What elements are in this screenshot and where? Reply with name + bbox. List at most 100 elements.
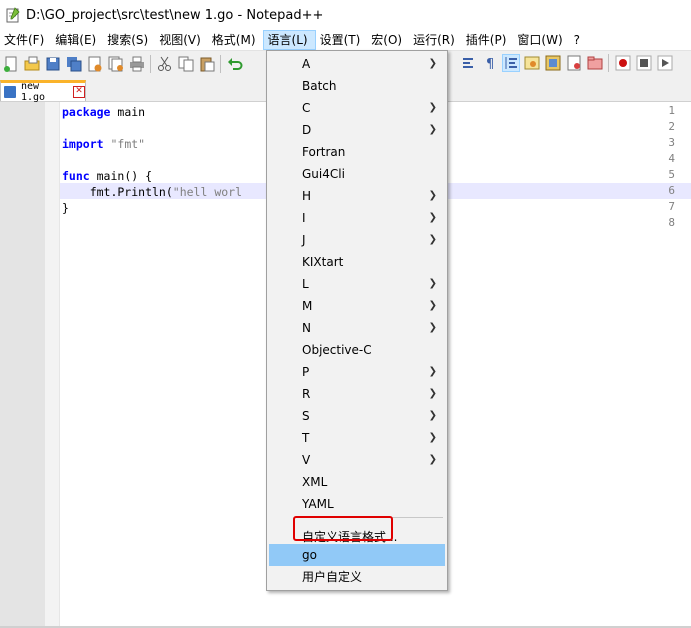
show-eol-icon[interactable]: [461, 55, 477, 71]
menu-item-label: Fortran: [302, 145, 346, 159]
menu-view[interactable]: 视图(V): [155, 30, 208, 50]
menu-settings[interactable]: 设置(T): [316, 30, 368, 50]
menu-plugins[interactable]: 插件(P): [462, 30, 514, 50]
menu-item-language[interactable]: YAML: [269, 493, 445, 515]
menu-item-language[interactable]: Gui4Cli: [269, 163, 445, 185]
submenu-arrow-icon: ❯: [428, 432, 437, 443]
menu-item-label: Objective-C: [302, 343, 372, 357]
menu-macro[interactable]: 宏(O): [367, 30, 409, 50]
keyword-token: package: [62, 105, 111, 119]
menu-bar: 文件(F) 编辑(E) 搜索(S) 视图(V) 格式(M) 语言(L) 设置(T…: [0, 30, 691, 50]
code-line[interactable]: func main() {: [62, 168, 152, 184]
menu-format[interactable]: 格式(M): [208, 30, 263, 50]
submenu-arrow-icon: ❯: [428, 454, 437, 465]
menu-window[interactable]: 窗口(W): [513, 30, 569, 50]
folder-workspace-icon[interactable]: [587, 55, 603, 71]
menu-item-language[interactable]: KIXtart: [269, 251, 445, 273]
stop-macro-icon[interactable]: [636, 55, 652, 71]
menu-edit[interactable]: 编辑(E): [51, 30, 103, 50]
menu-item-language[interactable]: I ❯: [269, 207, 445, 229]
menu-item-language[interactable]: H ❯: [269, 185, 445, 207]
menu-item-label: I: [302, 211, 306, 225]
menu-item-user-defined[interactable]: 用户自定义: [269, 566, 445, 588]
submenu-arrow-icon: ❯: [428, 58, 437, 69]
menu-item-label: H: [302, 189, 312, 203]
code-token: fmt.Println(: [62, 185, 173, 199]
line-number: 2: [668, 120, 675, 133]
code-line[interactable]: import "fmt": [62, 136, 145, 152]
menu-item-label: V: [302, 453, 311, 467]
user-lang-icon[interactable]: [524, 55, 540, 71]
svg-text:¶: ¶: [486, 57, 494, 71]
menu-item-language[interactable]: N ❯: [269, 317, 445, 339]
submenu-arrow-icon: ❯: [428, 212, 437, 223]
saved-state-icon: [4, 86, 16, 98]
line-number: 7: [668, 200, 675, 213]
record-macro-icon[interactable]: [615, 55, 631, 71]
doc-map-icon[interactable]: [545, 55, 561, 71]
menu-item-language[interactable]: C ❯: [269, 97, 445, 119]
menu-item-label: Batch: [302, 79, 337, 93]
code-token: }: [62, 201, 69, 215]
line-number: 4: [668, 152, 675, 165]
code-line[interactable]: package main: [62, 104, 145, 120]
tab-new1go[interactable]: new 1.go ✕: [0, 80, 86, 103]
copy-icon[interactable]: [178, 56, 194, 72]
menu-item-language[interactable]: J ❯: [269, 229, 445, 251]
menu-item-language[interactable]: V ❯: [269, 449, 445, 471]
menu-item-language[interactable]: Objective-C: [269, 339, 445, 361]
function-list-icon[interactable]: [566, 55, 582, 71]
indent-guide-icon[interactable]: [502, 54, 520, 72]
keyword-token: import: [62, 137, 104, 151]
code-token: main() {: [89, 169, 153, 183]
menu-item-label: S: [302, 409, 310, 423]
menu-item-label: YAML: [302, 497, 334, 511]
submenu-arrow-icon: ❯: [428, 322, 437, 333]
code-line[interactable]: fmt.Println("hell worl: [62, 184, 242, 200]
save-icon[interactable]: [45, 56, 61, 72]
notepadpp-icon: [6, 7, 20, 23]
new-file-icon[interactable]: [3, 56, 19, 72]
fold-margin[interactable]: [45, 102, 60, 626]
code-line[interactable]: }: [62, 200, 69, 216]
print-icon[interactable]: [129, 56, 145, 72]
menu-item-language[interactable]: D ❯: [269, 119, 445, 141]
menu-file[interactable]: 文件(F): [0, 30, 51, 50]
undo-icon[interactable]: [227, 56, 243, 72]
show-all-chars-icon[interactable]: ¶: [482, 55, 498, 71]
menu-item-language[interactable]: P ❯: [269, 361, 445, 383]
menu-item-language[interactable]: L ❯: [269, 273, 445, 295]
menu-item-language[interactable]: R ❯: [269, 383, 445, 405]
code-token: main: [110, 105, 146, 119]
menu-language[interactable]: 语言(L): [262, 30, 316, 50]
cut-icon[interactable]: [157, 56, 173, 72]
menu-run[interactable]: 运行(R): [409, 30, 462, 50]
line-number: 5: [668, 168, 675, 181]
menu-item-go[interactable]: go: [269, 544, 445, 566]
menu-item-language[interactable]: Batch: [269, 75, 445, 97]
menu-item-language[interactable]: S ❯: [269, 405, 445, 427]
save-all-icon[interactable]: [66, 56, 82, 72]
menu-search[interactable]: 搜索(S): [103, 30, 155, 50]
menu-item-language[interactable]: Fortran: [269, 141, 445, 163]
menu-item-label: Gui4Cli: [302, 167, 345, 181]
menu-item-label: T: [302, 431, 310, 445]
close-file-icon[interactable]: [87, 56, 103, 72]
submenu-arrow-icon: ❯: [428, 124, 437, 135]
close-tab-icon[interactable]: ✕: [73, 86, 85, 98]
open-file-icon[interactable]: [24, 56, 40, 72]
menu-help[interactable]: ?: [570, 30, 587, 50]
line-number: 6: [668, 184, 675, 197]
submenu-arrow-icon: ❯: [428, 278, 437, 289]
menu-item-language[interactable]: T ❯: [269, 427, 445, 449]
menu-item-label: D: [302, 123, 312, 137]
menu-item-language[interactable]: M ❯: [269, 295, 445, 317]
menu-item-language[interactable]: A ❯: [269, 53, 445, 75]
menu-item-label: C: [302, 101, 311, 115]
menu-item-language[interactable]: XML: [269, 471, 445, 493]
paste-icon[interactable]: [199, 56, 215, 72]
close-all-icon[interactable]: [108, 56, 124, 72]
play-macro-icon[interactable]: [657, 55, 673, 71]
menu-item-label: A: [302, 57, 311, 71]
submenu-arrow-icon: ❯: [428, 410, 437, 421]
